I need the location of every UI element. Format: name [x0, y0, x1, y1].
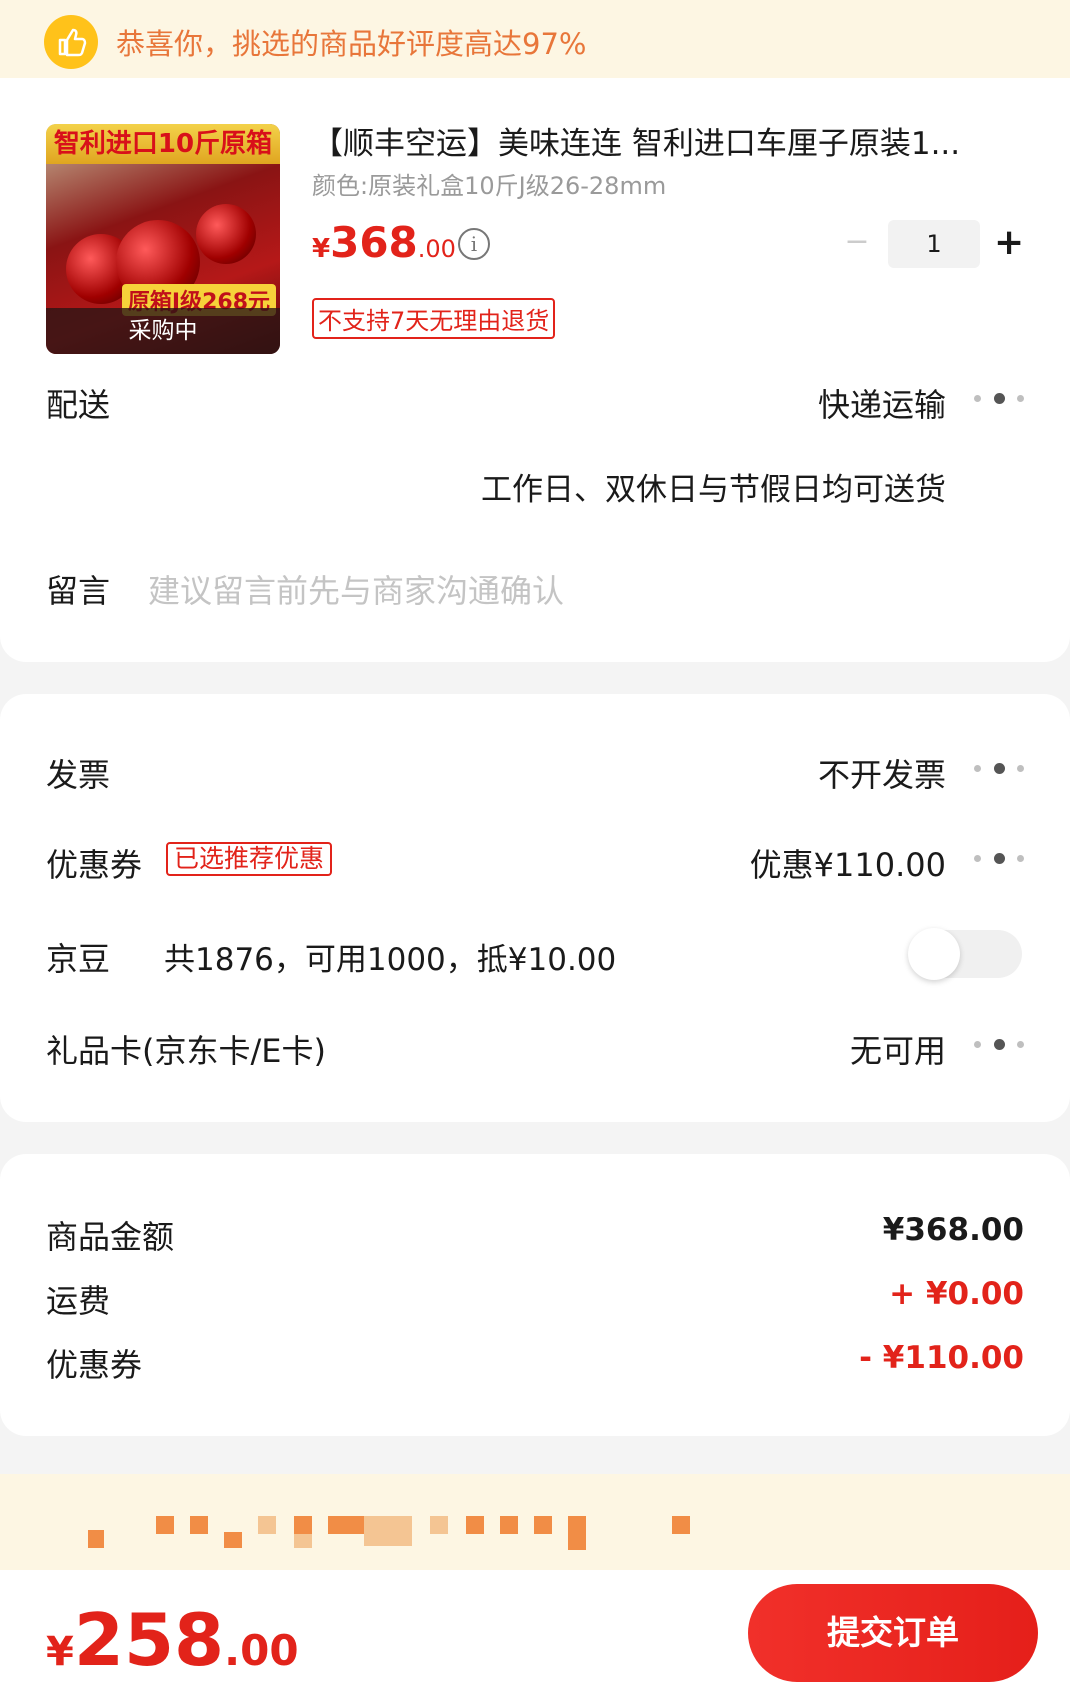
summary-coupon-value: - ¥110.00 — [859, 1340, 1024, 1376]
thumbs-up-icon — [44, 15, 98, 69]
pixelated-block — [500, 1516, 518, 1534]
invoice-value[interactable]: 不开发票 — [818, 750, 946, 796]
coupon-recommended-badge: 已选推荐优惠 — [166, 842, 333, 876]
total-currency: ¥ — [46, 1629, 74, 1675]
pixelated-block — [568, 1516, 586, 1550]
total-price: ¥ 258 .00 — [46, 1598, 299, 1682]
pixelated-block — [328, 1516, 364, 1534]
pixelated-block — [364, 1516, 412, 1546]
goods-amount-value: ¥368.00 — [882, 1212, 1024, 1248]
more-options-icon[interactable] — [974, 758, 1024, 778]
price-decimal: .00 — [417, 235, 456, 263]
pixelated-block — [672, 1516, 690, 1534]
delivery-label: 配送 — [46, 386, 111, 424]
more-options-icon[interactable] — [974, 388, 1024, 408]
jd-beans-toggle[interactable] — [908, 928, 1022, 980]
product-image-header: 智利进口10斤原箱 — [46, 124, 280, 164]
info-icon[interactable]: i — [458, 228, 490, 260]
price-currency: ¥ — [312, 234, 331, 264]
price-integer: 368 — [330, 218, 418, 267]
invoice-label: 发票 — [46, 756, 111, 794]
message-label: 留言 — [46, 572, 111, 610]
pixelated-block — [294, 1534, 312, 1548]
more-options-icon[interactable] — [974, 1034, 1024, 1054]
pixelated-block — [88, 1530, 104, 1548]
product-title[interactable]: 【顺丰空运】美味连连 智利进口车厘子原装1... — [312, 118, 1024, 163]
shipping-value: + ¥0.00 — [889, 1276, 1024, 1312]
product-status-label: 采购中 — [46, 308, 280, 354]
pixelated-block — [430, 1516, 448, 1534]
promo-strip — [0, 1474, 1070, 1570]
praise-banner: 恭喜你，挑选的商品好评度高达97% — [0, 0, 1070, 84]
pixelated-block — [258, 1516, 276, 1534]
gift-card-value[interactable]: 无可用 — [850, 1026, 946, 1072]
shipping-label: 运费 — [46, 1282, 111, 1320]
product-spec: 颜色:原装礼盒10斤J级26-28mm — [312, 172, 667, 200]
more-options-icon[interactable] — [974, 848, 1024, 868]
total-integer: 258 — [73, 1598, 225, 1682]
pixelated-block — [190, 1516, 208, 1534]
toggle-knob — [908, 928, 960, 980]
jd-beans-desc: 共1876，可用1000，抵¥10.00 — [164, 942, 617, 978]
quantity-decrease-button[interactable]: − — [844, 227, 870, 257]
total-decimal: .00 — [224, 1626, 299, 1675]
goods-amount-label: 商品金额 — [46, 1218, 175, 1256]
quantity-value[interactable]: 1 — [888, 220, 980, 268]
gift-card-label: 礼品卡(京东卡/E卡) — [46, 1032, 326, 1070]
jd-beans-label: 京豆 — [46, 940, 111, 978]
cherry-graphic — [196, 204, 256, 264]
submit-order-button[interactable]: 提交订单 — [748, 1584, 1038, 1682]
quantity-increase-button[interactable]: + — [994, 222, 1024, 264]
pixelated-block — [156, 1516, 174, 1534]
delivery-schedule: 工作日、双休日与节假日均可送货 — [481, 472, 946, 508]
summary-coupon-label: 优惠券 — [46, 1346, 143, 1384]
product-image[interactable]: 智利进口10斤原箱 原箱J级268元 采购中 — [46, 124, 280, 354]
coupon-value[interactable]: 优惠¥110.00 — [750, 840, 946, 886]
message-input[interactable]: 建议留言前先与商家沟通确认 — [148, 566, 564, 612]
return-policy-badge: 不支持7天无理由退货 — [312, 298, 556, 339]
coupon-label: 优惠券 — [46, 846, 143, 884]
pixelated-block — [294, 1516, 312, 1534]
pixelated-block — [466, 1516, 484, 1534]
delivery-method[interactable]: 快递运输 — [818, 380, 946, 426]
product-price: ¥ 368 .00 — [312, 218, 456, 267]
praise-text: 恭喜你，挑选的商品好评度高达97% — [116, 27, 587, 61]
pixelated-block — [224, 1532, 242, 1548]
pixelated-block — [534, 1516, 552, 1534]
